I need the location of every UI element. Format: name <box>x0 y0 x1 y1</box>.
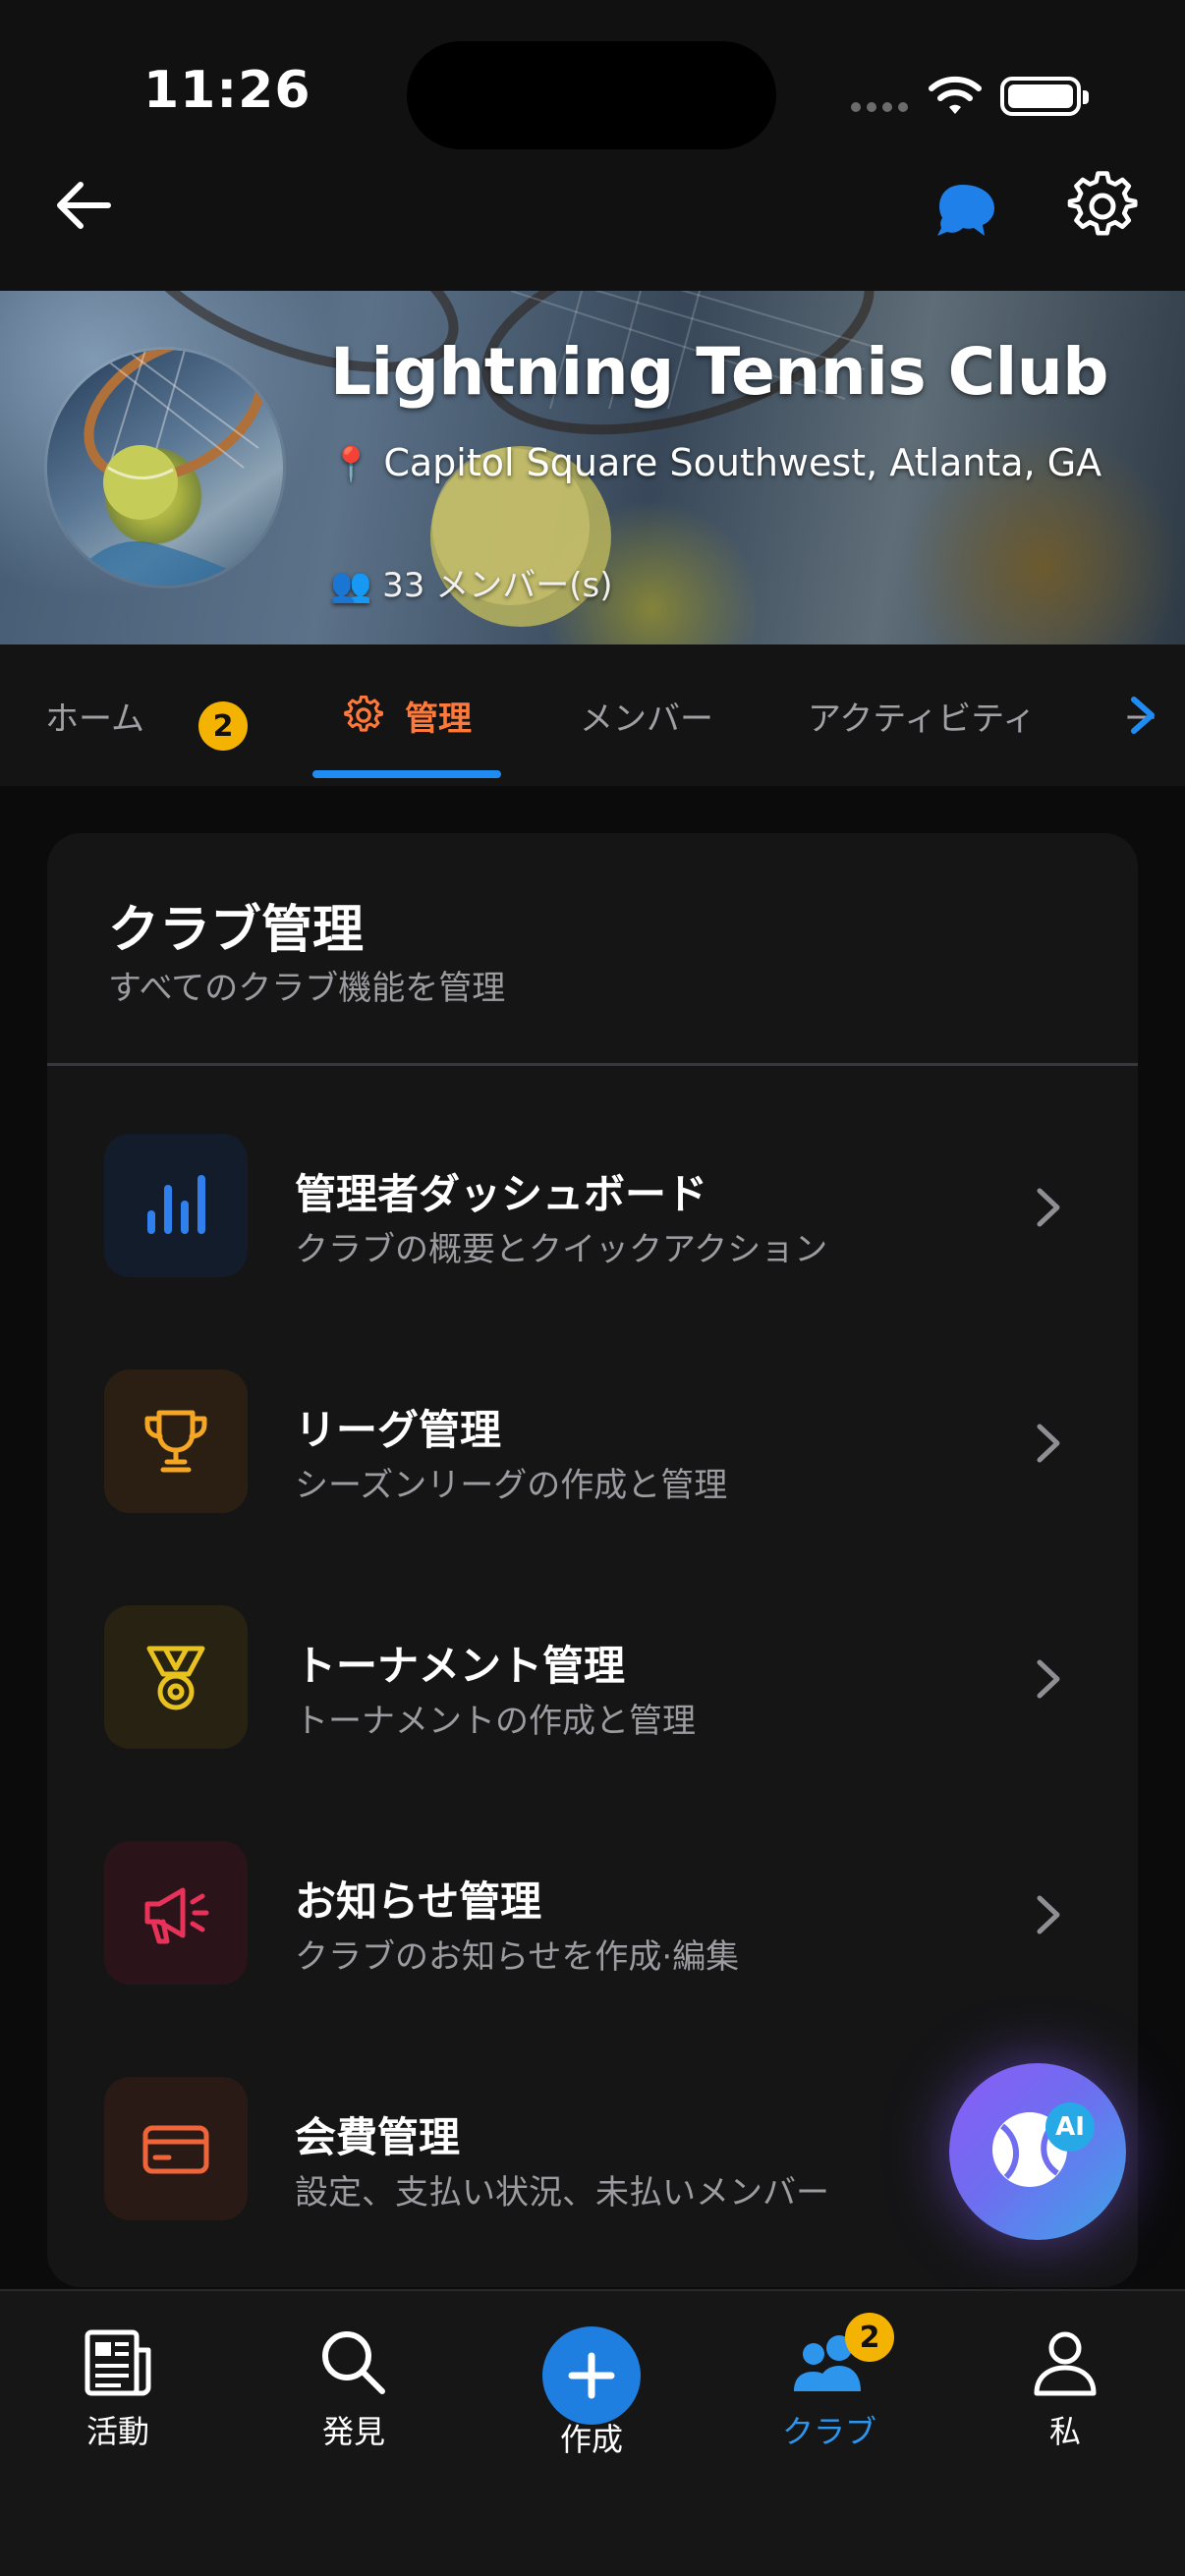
status-bar: 11:26 <box>0 0 1185 167</box>
row-title: リーグ管理 <box>295 1406 502 1454</box>
nav-clubs-label: クラブ <box>781 2413 876 2450</box>
chevron-right-icon[interactable] <box>1128 696 1157 735</box>
chevron-right-icon <box>1037 1895 1060 1934</box>
members-icon: 👥 <box>330 566 372 605</box>
plus-icon <box>568 2352 615 2399</box>
tab-manage-label: 管理 <box>405 699 472 739</box>
club-member-count-text: 33 メンバー(s) <box>382 566 613 605</box>
signal-icon <box>851 102 908 114</box>
row-subtitle: 設定、支払い状況、未払いメンバー <box>295 2173 829 2212</box>
medal-icon <box>146 1646 205 1710</box>
row-subtitle: クラブの概要とクイックアクション <box>295 1230 828 1269</box>
bar-chart-icon <box>147 1175 205 1234</box>
nav-discover[interactable]: 発見 <box>275 2326 432 2452</box>
nav-activity-label: 活動 <box>85 2413 149 2450</box>
gear-icon[interactable] <box>1067 171 1138 242</box>
nav-discover-label: 発見 <box>321 2413 385 2450</box>
search-icon <box>322 2331 385 2394</box>
club-location-text: Capitol Square Southwest, Atlanta, GA <box>383 441 1102 484</box>
person-icon <box>1034 2331 1097 2396</box>
tournament-management-row[interactable]: トーナメント管理 トーナメントの作成と管理 <box>47 1562 1138 1798</box>
card-subtitle: すべてのクラブ機能を管理 <box>108 969 506 1008</box>
nav-create[interactable]: 作成 <box>513 2326 670 2460</box>
row-icon-box <box>104 1370 248 1513</box>
row-subtitle: クラブのお知らせを作成·編集 <box>295 1937 740 1977</box>
dynamic-island <box>407 41 776 149</box>
nav-activity[interactable]: 活動 <box>39 2326 197 2452</box>
row-title: トーナメント管理 <box>295 1642 626 1690</box>
club-management-card: クラブ管理 すべてのクラブ機能を管理 管理者ダッシュボード クラブの概要とクイッ… <box>47 833 1138 2287</box>
back-arrow-icon[interactable] <box>51 173 116 238</box>
ai-badge: AI <box>1045 2102 1095 2152</box>
chevron-right-icon <box>1037 1188 1060 1227</box>
active-tab-indicator <box>312 770 501 778</box>
chat-bubbles-icon[interactable] <box>935 171 1006 242</box>
club-name: Lightning Tennis Club <box>330 334 1108 410</box>
card-title: クラブ管理 <box>108 901 365 960</box>
admin-dashboard-row[interactable]: 管理者ダッシュボード クラブの概要とクイックアクション <box>47 1091 1138 1326</box>
tab-home-label: ホーム <box>45 699 144 739</box>
club-logo <box>47 350 283 586</box>
gear-icon <box>344 696 383 732</box>
row-subtitle: トーナメントの作成と管理 <box>295 1702 696 1741</box>
chevron-right-icon <box>1037 1659 1060 1699</box>
announcement-management-row[interactable]: お知らせ管理 クラブのお知らせを作成·編集 <box>47 1798 1138 2034</box>
row-icon-box <box>104 1841 248 1985</box>
chevron-right-icon <box>1037 1424 1060 1463</box>
wifi-icon <box>929 76 982 114</box>
ai-assistant-button[interactable]: AI <box>949 2063 1126 2240</box>
top-bar <box>0 167 1185 291</box>
club-hero-banner: Lightning Tennis Club 📍 Capitol Square So… <box>0 291 1185 644</box>
nav-clubs[interactable]: 2 クラブ <box>751 2313 908 2452</box>
newspaper-icon <box>85 2329 151 2396</box>
row-title: お知らせ管理 <box>295 1877 542 1926</box>
club-location: 📍 Capitol Square Southwest, Atlanta, GA <box>330 434 1116 493</box>
club-member-count: 👥 33 メンバー(s) <box>330 558 612 606</box>
credit-card-icon <box>142 2125 209 2174</box>
tab-members-label: メンバー <box>580 699 713 739</box>
row-subtitle: シーズンリーグの作成と管理 <box>295 1466 728 1505</box>
club-tabs: ホーム 2 管理 メンバー アクティビティ ー <box>0 644 1185 786</box>
location-pin-icon: 📍 <box>330 445 372 484</box>
tab-home-badge: 2 <box>198 701 248 751</box>
nav-me[interactable]: 私 <box>987 2326 1144 2452</box>
divider <box>47 1063 1138 1066</box>
tab-manage[interactable]: 管理 <box>344 644 472 786</box>
row-icon-box <box>104 2077 248 2220</box>
tab-activity[interactable]: アクティビティ <box>808 644 1036 786</box>
nav-create-label: 作成 <box>559 2421 623 2458</box>
create-button[interactable] <box>542 2326 641 2425</box>
tab-home[interactable]: ホーム <box>45 644 144 786</box>
nav-me-label: 私 <box>1048 2413 1081 2450</box>
tab-members[interactable]: メンバー <box>580 644 713 786</box>
row-title: 会費管理 <box>295 2113 461 2161</box>
row-title: 管理者ダッシュボード <box>295 1170 708 1218</box>
league-management-row[interactable]: リーグ管理 シーズンリーグの作成と管理 <box>47 1326 1138 1562</box>
bottom-navigation: 活動 発見 作成 2 クラブ 私 <box>0 2289 1185 2576</box>
row-icon-box <box>104 1605 248 1749</box>
status-time: 11:26 <box>143 61 311 120</box>
row-icon-box <box>104 1134 248 1277</box>
battery-icon <box>1000 77 1089 116</box>
tab-activity-label: アクティビティ <box>808 699 1037 739</box>
megaphone-icon <box>144 1887 209 1944</box>
nav-clubs-badge: 2 <box>845 2313 894 2362</box>
trophy-icon <box>144 1410 207 1473</box>
